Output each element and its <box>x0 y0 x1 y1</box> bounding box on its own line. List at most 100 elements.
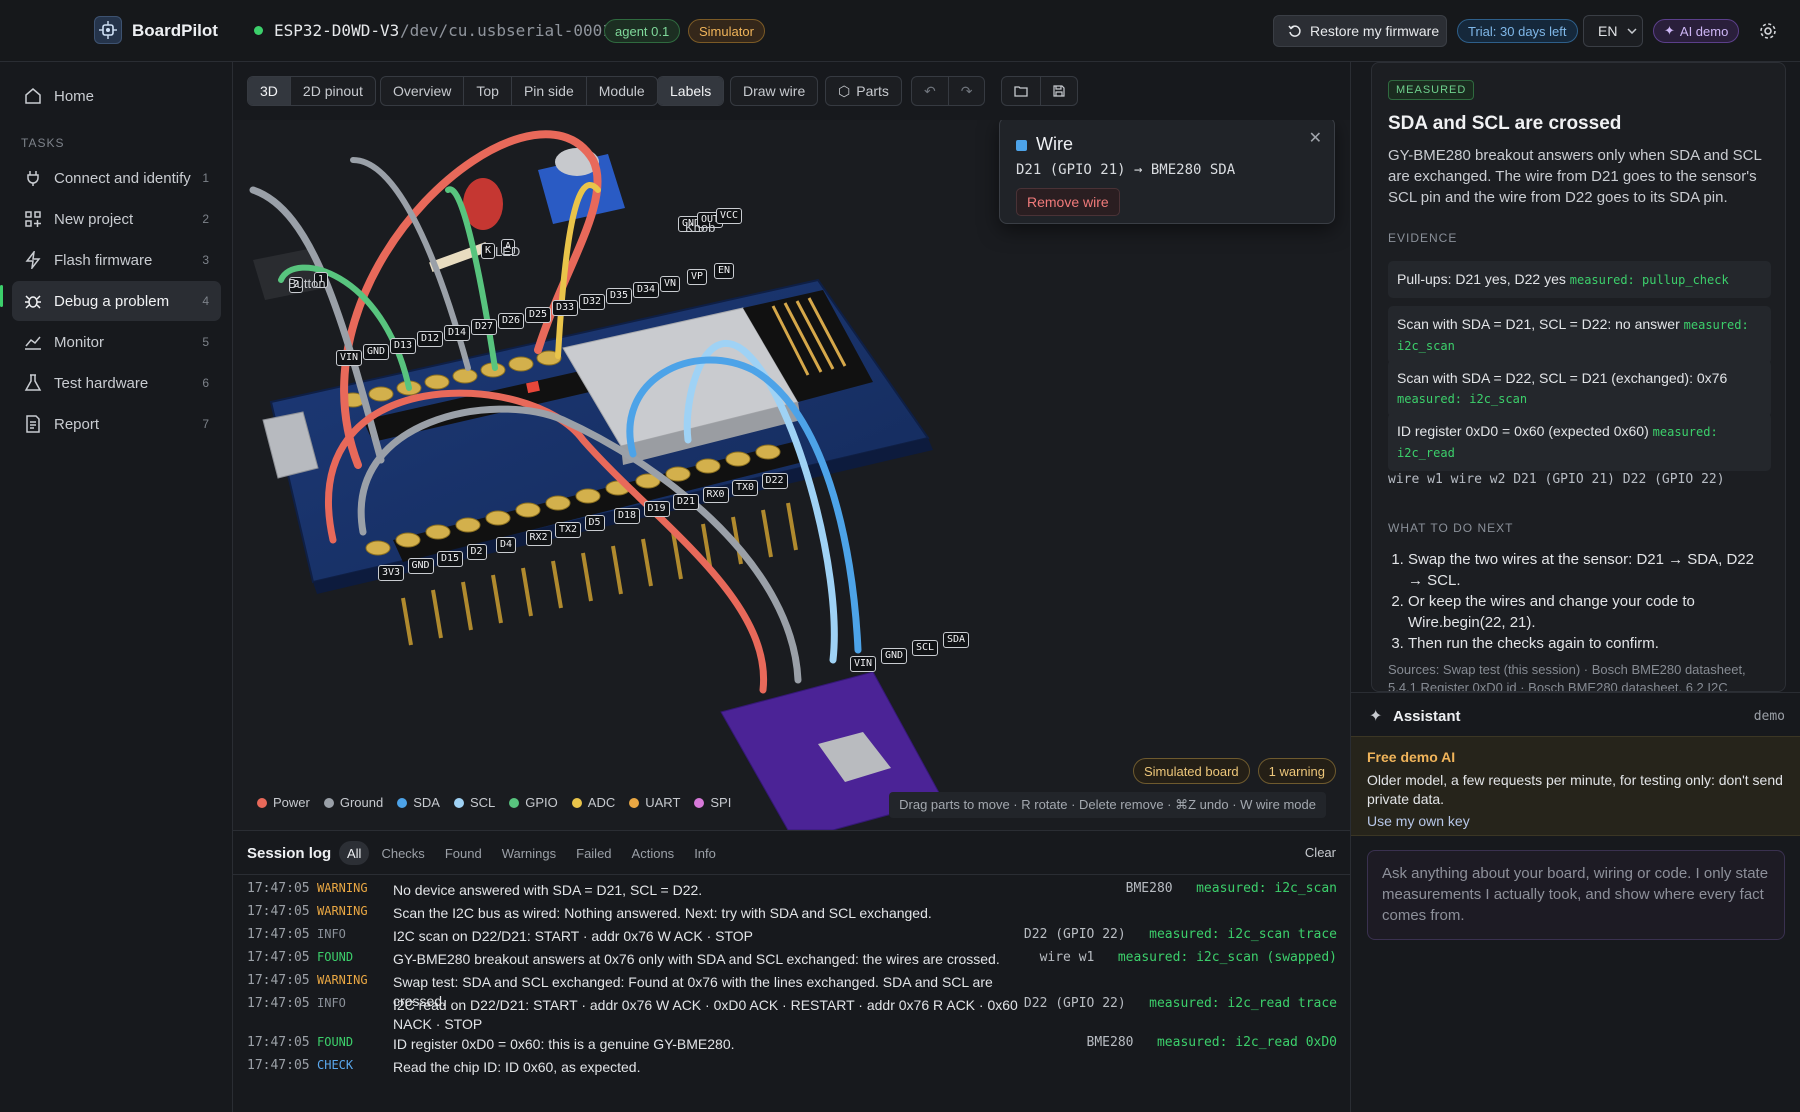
button-part-label: Button <box>288 276 326 291</box>
log-reference[interactable]: D22 (GPIO 22) measured: i2c_read trace <box>1024 996 1337 1011</box>
sidebar-item-number: 5 <box>202 335 209 349</box>
log-tab-failed[interactable]: Failed <box>568 841 619 865</box>
camera-top-button[interactable]: Top <box>464 77 512 105</box>
demo-ai-text: Older model, a few requests per minute, … <box>1367 772 1783 807</box>
log-reference[interactable] <box>1314 1058 1337 1073</box>
warning-count-badge[interactable]: 1 warning <box>1257 758 1336 784</box>
evidence-item: ID register 0xD0 = 0x60 (expected 0x60) … <box>1388 413 1771 471</box>
log-message: ID register 0xD0 = 0x60: this is a genui… <box>393 1036 735 1052</box>
draw-wire-button[interactable]: Draw wire <box>731 77 817 105</box>
sidebar-item-debug[interactable]: Debug a problem 4 <box>12 281 221 321</box>
legend-item: SCL <box>453 795 496 810</box>
log-tab-checks[interactable]: Checks <box>373 841 432 865</box>
redo-button[interactable]: ↷ <box>949 77 985 105</box>
ai-demo-badge[interactable]: ✦ AI demo <box>1653 19 1740 43</box>
sparkle-icon: ✦ <box>1664 23 1675 38</box>
diagnosis-panel: MEASURED SDA and SCL are crossed GY-BME2… <box>1350 62 1800 1112</box>
restore-firmware-button[interactable]: Restore my firmware <box>1273 15 1447 47</box>
legend-label: Power <box>273 795 310 810</box>
close-icon[interactable]: ✕ <box>1309 128 1322 148</box>
restore-label: Restore my firmware <box>1310 23 1440 39</box>
keyboard-hint: Drag parts to move · R rotate · Delete r… <box>889 792 1326 818</box>
camera-group: Overview Top Pin side Module <box>380 76 658 106</box>
log-tab-actions[interactable]: Actions <box>624 841 683 865</box>
pin-label-bottom: D18 <box>614 508 641 525</box>
log-reference[interactable]: D22 (GPIO 22) measured: i2c_scan trace <box>1024 927 1337 942</box>
camera-pin-side-button[interactable]: Pin side <box>512 77 587 105</box>
language-select[interactable]: EN <box>1583 15 1643 47</box>
chip-logo-icon <box>94 16 122 44</box>
pin-label-bottom: D4 <box>496 536 517 553</box>
log-reference[interactable] <box>1314 904 1337 919</box>
remove-wire-button[interactable]: Remove wire <box>1016 188 1120 216</box>
log-ref-target: BME280 <box>1125 881 1173 896</box>
evidence-item: Pull-ups: D21 yes, D22 yes measured: pul… <box>1388 261 1771 298</box>
settings-gear-icon[interactable] <box>1757 20 1779 42</box>
view-2d-button[interactable]: 2D pinout <box>291 77 375 105</box>
undo-button[interactable]: ↶ <box>912 77 949 105</box>
legend-label: SCL <box>469 795 496 810</box>
log-reference[interactable] <box>1314 973 1337 988</box>
pin-label-bottom: D22 <box>761 472 788 489</box>
log-tab-info[interactable]: Info <box>686 841 724 865</box>
parts-button[interactable]: ⬡ Parts <box>826 77 901 105</box>
wire-color-swatch <box>1016 140 1027 151</box>
board-3d-viewport[interactable]: VIN GND D13 D12 D14 D27 D26 D25 D33 D32 D35 D34 VN VP… <box>233 120 1350 830</box>
sidebar-item-test-hardware[interactable]: Test hardware 6 <box>12 363 221 403</box>
pin-label-top: D27 <box>471 319 498 335</box>
log-message: No device answered with SDA = D21, SCL =… <box>393 882 703 898</box>
folder-icon <box>1014 86 1028 97</box>
log-ref-tag: measured: i2c_scan (swapped) <box>1117 950 1337 965</box>
sidebar-item-number: 2 <box>202 212 209 226</box>
pin-label-top: D13 <box>390 337 417 354</box>
sidebar-item-home[interactable]: Home <box>12 76 221 116</box>
plug-icon <box>27 171 39 186</box>
sidebar-item-report[interactable]: Report 7 <box>12 404 221 444</box>
log-reference[interactable]: BME280 measured: i2c_read 0xD0 <box>1087 1035 1337 1050</box>
labels-toggle[interactable]: Labels <box>658 77 724 105</box>
ai-demo-label: AI demo <box>1679 23 1729 39</box>
legend-label: SPI <box>710 795 732 810</box>
home-icon <box>25 88 41 104</box>
pin-label-top: D34 <box>633 281 660 298</box>
file-group <box>1001 76 1078 106</box>
session-log-header: Session log All Checks Found Warnings Fa… <box>233 831 1350 875</box>
log-reference[interactable]: BME280 measured: i2c_scan <box>1126 881 1337 896</box>
wire-popup-description: D21 (GPIO 21) → BME280 SDA <box>1016 162 1236 178</box>
evidence-tag[interactable]: measured: i2c_scan <box>1397 392 1527 406</box>
sidebar-item-flash-firmware[interactable]: Flash firmware 3 <box>12 240 221 280</box>
clear-log-button[interactable]: Clear <box>1305 845 1336 860</box>
sidebar-item-new-project[interactable]: New project 2 <box>12 199 221 239</box>
trial-badge: Trial: 30 days left <box>1457 19 1578 43</box>
evidence-tag[interactable]: measured: pullup_check <box>1570 273 1729 287</box>
pin-label-bottom: TX2 <box>555 522 582 539</box>
wire-references[interactable]: wire w1 wire w2 D21 (GPIO 21) D22 (GPIO … <box>1388 472 1725 487</box>
language-value: EN <box>1598 23 1618 39</box>
log-tab-warnings[interactable]: Warnings <box>494 841 564 865</box>
camera-overview-button[interactable]: Overview <box>381 77 465 105</box>
use-own-key-link[interactable]: Use my own key <box>1367 813 1470 829</box>
demo-ai-title: Free demo AI <box>1367 749 1456 765</box>
legend-item: Ground <box>323 795 384 810</box>
sidebar-item-monitor[interactable]: Monitor 5 <box>12 322 221 362</box>
legend-label: GPIO <box>525 795 558 810</box>
view-3d-button[interactable]: 3D <box>248 77 291 105</box>
assistant-input[interactable]: Ask anything about your board, wiring or… <box>1367 850 1785 940</box>
history-group: ↶ ↷ <box>911 76 986 106</box>
sidebar-item-label: Monitor <box>54 334 105 351</box>
log-time: 17:47:05 <box>247 996 310 1011</box>
log-time: 17:47:05 <box>247 973 310 988</box>
log-reference[interactable]: wire w1 measured: i2c_scan (swapped) <box>1040 950 1337 965</box>
log-tab-all[interactable]: All <box>339 841 370 865</box>
legend-swatch <box>694 797 705 808</box>
save-button[interactable] <box>1041 77 1077 105</box>
board-scene[interactable] <box>233 120 1350 830</box>
sidebar-item-connect[interactable]: Connect and identify 1 <box>12 158 221 198</box>
camera-module-button[interactable]: Module <box>587 77 657 105</box>
open-folder-button[interactable] <box>1002 77 1041 105</box>
redo-icon: ↷ <box>960 82 973 99</box>
legend-label: Ground <box>339 795 384 810</box>
log-level: INFO <box>317 927 346 941</box>
legend-item: ADC <box>571 795 615 810</box>
log-tab-found[interactable]: Found <box>437 841 490 865</box>
